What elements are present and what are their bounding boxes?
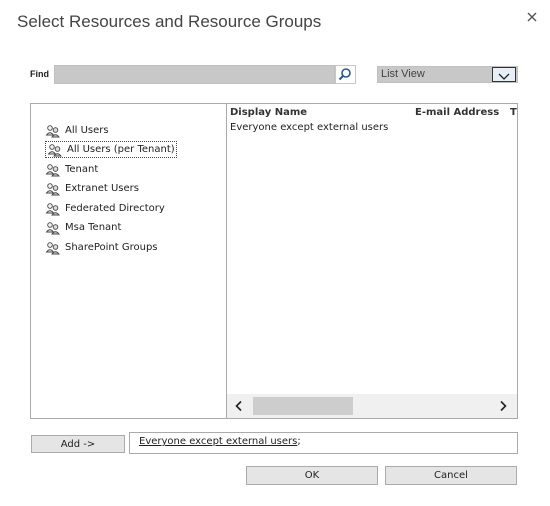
- user-group-icon: [47, 143, 62, 156]
- user-group-icon: [45, 182, 60, 195]
- find-label: Find: [30, 69, 49, 79]
- tree-item-msa-tenant[interactable]: Msa Tenant: [45, 219, 123, 236]
- chevron-right-icon[interactable]: [497, 400, 509, 412]
- close-icon[interactable]: [524, 9, 540, 25]
- tree-item-federated-directory[interactable]: Federated Directory: [45, 200, 167, 217]
- horizontal-scrollbar[interactable]: [227, 394, 517, 418]
- user-group-icon: [45, 202, 60, 215]
- tree-item-label: Federated Directory: [65, 203, 165, 214]
- tree-item-label: SharePoint Groups: [65, 242, 158, 253]
- list-item[interactable]: Everyone except external users: [230, 122, 388, 133]
- user-group-icon: [45, 124, 60, 137]
- chevron-left-icon[interactable]: [233, 400, 245, 412]
- user-group-icon: [45, 221, 60, 234]
- tree-item-tenant[interactable]: Tenant: [45, 161, 100, 178]
- column-header-t[interactable]: T: [510, 107, 517, 118]
- scrollbar-thumb[interactable]: [253, 397, 353, 415]
- tree-item-label: Extranet Users: [65, 183, 139, 194]
- tree-item-label: All Users (per Tenant): [67, 144, 175, 155]
- search-button[interactable]: [335, 65, 356, 84]
- user-group-icon: [45, 163, 60, 176]
- column-header-email-address[interactable]: E-mail Address: [415, 107, 499, 118]
- tree-item-label: All Users: [65, 125, 109, 136]
- tree-item-all-users[interactable]: All Users: [45, 122, 111, 139]
- ok-button[interactable]: OK: [246, 466, 378, 485]
- find-input[interactable]: [54, 65, 335, 84]
- tree-item-label: Msa Tenant: [65, 222, 122, 233]
- chevron-down-icon[interactable]: [492, 67, 516, 82]
- view-select[interactable]: List View: [377, 66, 518, 83]
- user-group-icon: [45, 241, 60, 254]
- add-button[interactable]: Add ->: [31, 435, 125, 453]
- tree-item-label: Tenant: [65, 164, 99, 175]
- search-icon: [338, 68, 351, 81]
- tree-item-extranet-users[interactable]: Extranet Users: [45, 180, 141, 197]
- cancel-button[interactable]: Cancel: [385, 466, 517, 485]
- tree-item-all-users-per-tenant[interactable]: All Users (per Tenant): [45, 141, 177, 158]
- resource-list: Display Name E-mail Address T Everyone e…: [226, 103, 518, 419]
- dialog-title: Select Resources and Resource Groups: [17, 12, 322, 31]
- selection-separator: ;: [297, 436, 301, 447]
- resource-group-tree: All Users All Users (per Tenant) Tenant …: [30, 103, 226, 419]
- tree-item-sharepoint-groups[interactable]: SharePoint Groups: [45, 239, 160, 256]
- selected-resources-field[interactable]: Everyone except external users;: [129, 432, 518, 454]
- view-select-value: List View: [381, 68, 425, 80]
- column-header-display-name[interactable]: Display Name: [230, 107, 307, 118]
- selected-resource-link[interactable]: Everyone except external users: [139, 436, 297, 447]
